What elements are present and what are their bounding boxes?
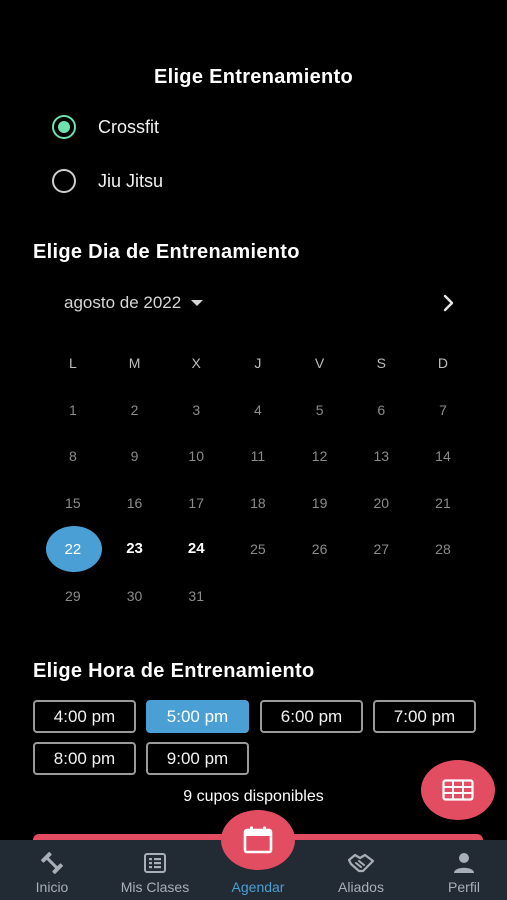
- calendar-day: 19: [311, 494, 328, 511]
- calendar-day: 9: [130, 448, 139, 464]
- time-slot-button[interactable]: 9:00 pm: [146, 742, 249, 775]
- tab-inicio[interactable]: Inicio: [2, 840, 102, 900]
- list-icon: [144, 853, 166, 873]
- calendar-day: 10: [188, 448, 204, 464]
- tab-perfil[interactable]: Perfil: [414, 840, 507, 900]
- calendar-week-row: 1 2 3 4 5 6 7: [42, 387, 474, 434]
- month-label: agosto de 2022: [64, 293, 182, 312]
- calendar-day: 11: [250, 448, 266, 464]
- agendar-center-button[interactable]: [221, 810, 295, 870]
- calendar-day: 18: [250, 494, 266, 511]
- calendar-day: 5: [315, 401, 324, 418]
- calendar-week-row: 22 23 24 25 26 27 28: [42, 526, 474, 573]
- weekday-label: V: [314, 355, 325, 372]
- calendar-day: 13: [373, 448, 390, 464]
- month-selector[interactable]: agosto de 2022: [64, 293, 204, 313]
- tab-label-aliados: Aliados: [338, 879, 384, 895]
- weekday-label: S: [376, 355, 386, 372]
- time-slot-button[interactable]: 5:00 pm: [146, 700, 249, 733]
- time-slot-button[interactable]: 8:00 pm: [33, 742, 136, 775]
- tab-label-agendar: Agendar: [231, 879, 285, 895]
- radio-option-crossfit[interactable]: Crossfit: [52, 114, 159, 140]
- calendar-day: 16: [126, 494, 143, 511]
- radio-label-jiu-jitsu: Jiu Jitsu: [98, 170, 164, 191]
- calendar-day-selected[interactable]: 22: [42, 526, 104, 573]
- calendar-week-row: 8 9 10 11 12 13 14: [42, 433, 474, 480]
- radio-option-jiu-jitsu[interactable]: Jiu Jitsu: [52, 168, 163, 194]
- weekday-label: J: [254, 355, 262, 372]
- calendar-day: 29: [65, 587, 81, 604]
- next-month-button[interactable]: [437, 292, 459, 314]
- calendar-grid: LMXJVSD 1 2 3 4 5 6 7 8 9 10 11 12 13 14 15 16 17 18 19 20 2…: [42, 340, 474, 619]
- calendar-day: 4: [254, 401, 262, 418]
- training-title: Elige Entrenamiento: [153, 66, 354, 88]
- weekday-header-row: LMXJVSD: [42, 340, 474, 387]
- chevron-right-icon: [443, 294, 454, 312]
- person-icon: [454, 853, 474, 873]
- calendar-day: 2: [130, 401, 139, 418]
- radio-unchecked-icon: [52, 169, 76, 193]
- calendar-day-number: 22: [64, 541, 82, 558]
- calendar-day: 30: [126, 587, 143, 604]
- calendar-day: 31: [188, 587, 204, 604]
- calendar-day: 27: [373, 541, 390, 557]
- calendar-day[interactable]: 24: [165, 526, 227, 573]
- weekday-label: D: [437, 355, 449, 372]
- calendar-icon: [243, 826, 273, 854]
- calendar-day: 26: [311, 541, 328, 557]
- time-slot-button[interactable]: 6:00 pm: [260, 700, 363, 733]
- calendar-day: 6: [377, 401, 386, 418]
- calendar-day: 20: [373, 494, 390, 511]
- radio-checked-icon: [52, 115, 76, 139]
- calendar-day: 1: [68, 401, 77, 418]
- calendar-day: 17: [188, 494, 204, 511]
- handshake-icon: [347, 853, 375, 873]
- calendar-day: 28: [435, 541, 451, 557]
- calendar-day: 12: [311, 448, 328, 464]
- tab-label-inicio: Inicio: [35, 879, 69, 895]
- caret-down-icon: [191, 300, 204, 306]
- calendar-day: 21: [435, 494, 451, 511]
- calendar-day: 7: [439, 401, 447, 418]
- weekday-label: L: [68, 355, 77, 372]
- tab-label-perfil: Perfil: [448, 879, 480, 895]
- day-section-title: Elige Dia de Entrenamiento: [33, 241, 300, 263]
- schedule-table-button[interactable]: [421, 760, 495, 820]
- time-slot-button[interactable]: 4:00 pm: [33, 700, 136, 733]
- calendar-day: 14: [435, 448, 451, 464]
- radio-label-crossfit: Crossfit: [98, 116, 160, 137]
- calendar-day: 3: [192, 401, 201, 418]
- calendar-day: 8: [68, 448, 77, 464]
- tab-label-mis-clases: Mis Clases: [120, 879, 190, 895]
- weekday-label: X: [191, 355, 201, 372]
- dumbbell-icon: [41, 852, 63, 874]
- calendar-day: 15: [65, 494, 81, 511]
- hour-section-title: Elige Hora de Entrenamiento: [33, 660, 315, 682]
- tab-aliados[interactable]: Aliados: [311, 840, 411, 900]
- table-grid-icon: [442, 779, 474, 801]
- calendar-week-row: 29 30 31: [42, 573, 474, 620]
- calendar-day[interactable]: 23: [104, 526, 166, 573]
- time-slot-button[interactable]: 7:00 pm: [373, 700, 476, 733]
- calendar-day: 25: [250, 541, 266, 557]
- tab-mis-clases[interactable]: Mis Clases: [105, 840, 205, 900]
- weekday-label: M: [128, 355, 141, 372]
- calendar-week-row: 15 16 17 18 19 20 21: [42, 480, 474, 527]
